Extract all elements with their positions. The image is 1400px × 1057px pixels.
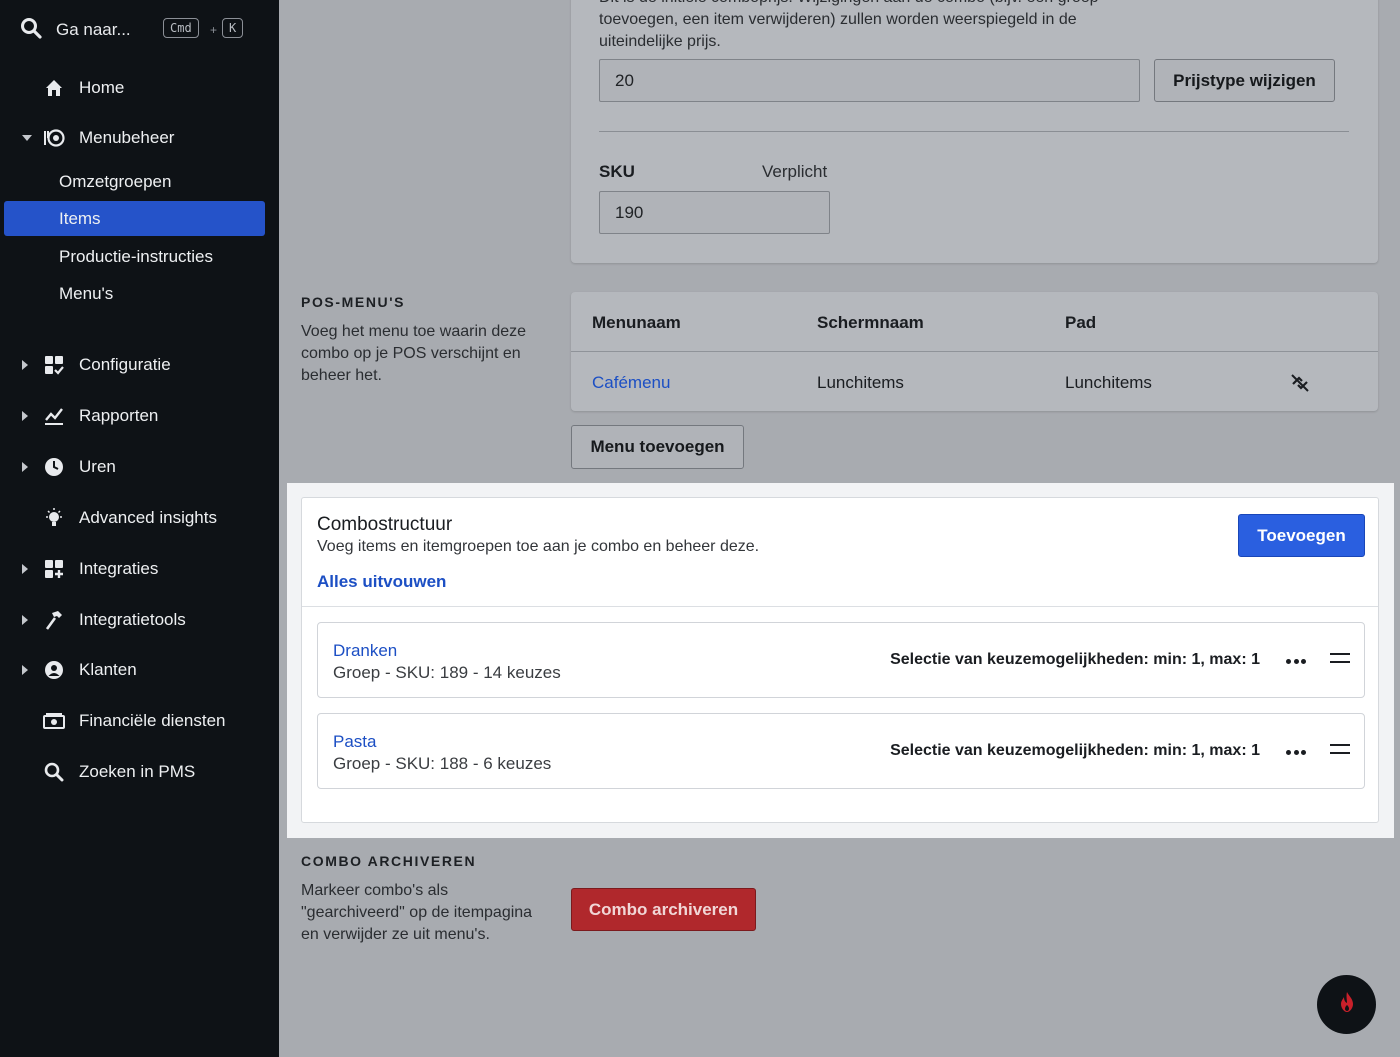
price-card: Dit is de initiële comboprijs. Wijziging…	[571, 0, 1378, 263]
sidebar-item-label: Rapporten	[79, 406, 159, 425]
add-menu-button[interactable]: Menu toevoegen	[571, 425, 744, 469]
hammer-icon	[43, 609, 65, 631]
sidebar: Ga naar... Cmd + K Home Menubeheer Omzet…	[0, 0, 279, 1057]
change-price-type-button[interactable]: Prijstype wijzigen	[1154, 59, 1335, 102]
add-combo-item-button[interactable]: Toevoegen	[1238, 514, 1365, 557]
sidebar-subitem-omzetgroepen[interactable]: Omzetgroepen	[4, 164, 265, 199]
pos-menus-description: Voeg het menu toe waarin deze combo op j…	[301, 323, 527, 384]
sidebar-item-home[interactable]: Home	[0, 70, 279, 106]
group-selection-rule: Selectie van keuzemogelijkheden: min: 1,…	[890, 742, 1260, 759]
menu-management-icon	[43, 127, 65, 149]
combo-structure-card: Combostructuur Voeg items en itemgroepen…	[301, 497, 1379, 823]
sidebar-item-zoeken-in-pms[interactable]: Zoeken in PMS	[0, 754, 279, 790]
home-icon	[43, 77, 65, 99]
lightbulb-icon	[43, 507, 65, 529]
chevron-right-icon	[22, 411, 28, 421]
group-name-link[interactable]: Dranken	[333, 641, 397, 661]
search-icon	[20, 17, 42, 44]
sidebar-item-klanten[interactable]: Klanten	[0, 652, 279, 688]
screen-name-cell: Lunchitems	[817, 373, 904, 392]
drag-handle-icon[interactable]	[1330, 653, 1350, 665]
sidebar-item-advanced-insights[interactable]: Advanced insights	[0, 500, 279, 536]
sidebar-item-label: Advanced insights	[79, 508, 217, 527]
group-meta: Groep - SKU: 189 - 14 keuzes	[333, 663, 561, 682]
price-input[interactable]: 20	[599, 59, 1140, 102]
sku-label: SKU	[599, 162, 635, 181]
more-options-icon[interactable]	[1286, 742, 1306, 762]
go-to-search[interactable]: Ga naar... Cmd + K	[20, 14, 260, 46]
integrations-icon	[43, 558, 65, 580]
sidebar-item-rapporten[interactable]: Rapporten	[0, 398, 279, 434]
archive-description: Markeer combo's als "gearchiveerd" op de…	[301, 882, 533, 943]
sidebar-subitem-items[interactable]: Items	[4, 201, 265, 236]
go-to-label: Ga naar...	[56, 20, 131, 39]
more-options-icon[interactable]	[1286, 651, 1306, 671]
sidebar-item-financiele-diensten[interactable]: Financiële diensten	[0, 703, 279, 739]
combo-group-row[interactable]: Pasta Groep - SKU: 188 - 6 keuzes Select…	[317, 713, 1365, 789]
search-icon	[43, 761, 65, 783]
sidebar-item-menubeheer[interactable]: Menubeheer	[0, 120, 279, 156]
column-header-menunaam: Menunaam	[592, 313, 681, 332]
path-cell: Lunchitems	[1065, 373, 1152, 392]
archive-section-label: COMBO ARCHIVEREN	[301, 853, 477, 869]
combo-group-row[interactable]: Dranken Groep - SKU: 189 - 14 keuzes Sel…	[317, 622, 1365, 698]
chevron-right-icon	[22, 665, 28, 675]
sidebar-item-label: Uren	[79, 457, 116, 476]
sidebar-subitem-productie-instructies[interactable]: Productie-instructies	[4, 239, 265, 274]
combo-structure-title: Combostructuur	[317, 514, 453, 535]
chevron-right-icon	[22, 462, 28, 472]
chevron-right-icon	[22, 360, 28, 370]
drag-handle-icon[interactable]	[1330, 744, 1350, 756]
column-header-schermnaam: Schermnaam	[817, 313, 924, 332]
sidebar-item-label: Klanten	[79, 660, 137, 679]
group-meta: Groep - SKU: 188 - 6 keuzes	[333, 754, 552, 773]
sidebar-subitem-menus[interactable]: Menu's	[4, 276, 265, 311]
unlink-icon[interactable]	[1289, 372, 1311, 394]
sidebar-item-integraties[interactable]: Integraties	[0, 551, 279, 587]
sidebar-item-integratietools[interactable]: Integratietools	[0, 602, 279, 638]
combo-structure-subtitle: Voeg items en itemgroepen toe aan je com…	[317, 538, 760, 555]
sidebar-item-label: Zoeken in PMS	[79, 762, 196, 781]
sidebar-item-configuratie[interactable]: Configuratie	[0, 347, 279, 383]
price-description: Dit is de initiële comboprijs. Wijziging…	[599, 0, 1099, 50]
pos-menus-section-label: POS-MENU'S	[301, 294, 406, 310]
column-header-pad: Pad	[1065, 313, 1097, 332]
group-selection-rule: Selectie van keuzemogelijkheden: min: 1,…	[890, 651, 1260, 668]
chevron-right-icon	[22, 564, 28, 574]
sidebar-item-label: Financiële diensten	[79, 711, 226, 730]
expand-all-link[interactable]: Alles uitvouwen	[317, 572, 446, 592]
flame-logo-icon	[1338, 991, 1356, 1018]
k-key-hint: K	[222, 18, 244, 38]
plus-sign: +	[210, 23, 218, 37]
archive-combo-button[interactable]: Combo archiveren	[571, 888, 756, 931]
sidebar-item-label: Home	[79, 78, 125, 97]
chevron-right-icon	[22, 615, 28, 625]
sidebar-item-uren[interactable]: Uren	[0, 449, 279, 485]
cmd-key-hint: Cmd	[163, 18, 199, 38]
sku-input[interactable]: 190	[599, 191, 830, 234]
configuration-icon	[43, 354, 65, 376]
pos-menus-table: Menunaam Schermnaam Pad Cafémenu Lunchit…	[571, 292, 1378, 411]
table-divider	[571, 351, 1378, 352]
chevron-down-icon	[22, 135, 32, 141]
reports-icon	[43, 405, 65, 427]
menu-name-link[interactable]: Cafémenu	[592, 373, 670, 393]
divider	[599, 131, 1349, 132]
group-name-link[interactable]: Pasta	[333, 732, 376, 752]
customers-icon	[43, 659, 65, 681]
sku-required-label: Verplicht	[762, 162, 828, 181]
sidebar-item-label: Integraties	[79, 559, 159, 578]
divider	[302, 606, 1378, 607]
clock-icon	[43, 456, 65, 478]
sidebar-item-label: Integratietools	[79, 610, 186, 629]
sidebar-item-label: Menubeheer	[79, 128, 175, 147]
cash-icon	[43, 710, 65, 732]
sidebar-item-label: Configuratie	[79, 355, 171, 374]
help-chat-button[interactable]	[1317, 975, 1376, 1034]
